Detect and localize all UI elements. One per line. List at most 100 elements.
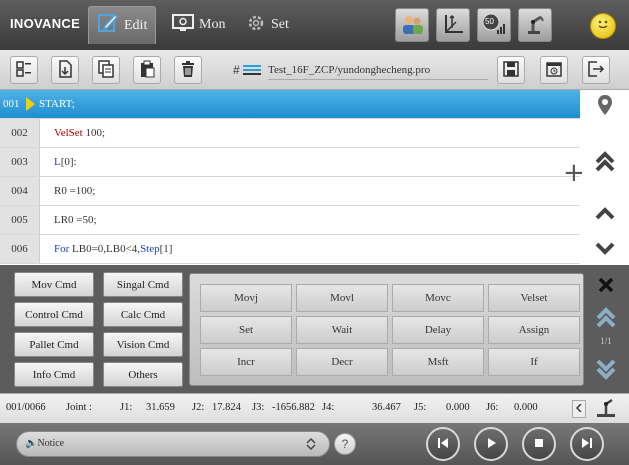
edit-toolbar: # Test_16F_ZCP/yundonghecheng.pro <box>0 50 629 90</box>
coordinate-button[interactable] <box>436 8 470 42</box>
stop-button[interactable] <box>522 427 556 461</box>
add-line-button[interactable]: + <box>563 160 585 186</box>
command-velset[interactable]: Velset <box>488 284 580 312</box>
notice-bar[interactable]: 🔈Notice <box>16 431 330 457</box>
j4-value: 36.467 <box>372 402 401 413</box>
delete-button[interactable] <box>174 56 202 84</box>
keyword: Step <box>140 243 160 255</box>
panel-page-down-button[interactable] <box>590 356 622 386</box>
speed-button[interactable]: 50 <box>477 8 511 42</box>
help-button[interactable]: ? <box>334 433 356 455</box>
line-up-button[interactable] <box>580 202 629 226</box>
logo: INOVANCE <box>10 16 81 31</box>
code-token: LR0 =50; <box>54 214 97 226</box>
code-line[interactable]: 003 L[0]: <box>0 148 580 177</box>
line-number: 006 <box>0 235 40 263</box>
locate-button[interactable] <box>580 94 629 118</box>
step-forward-button[interactable] <box>570 427 604 461</box>
tab-edit-label: Edit <box>124 17 148 33</box>
category-info-cmd[interactable]: Info Cmd <box>14 362 94 387</box>
line-text: VelSet 100; <box>40 127 105 139</box>
step-back-button[interactable] <box>426 427 460 461</box>
close-panel-button[interactable] <box>590 273 622 299</box>
schedule-icon <box>545 60 563 81</box>
panel-page-indicator: 1/1 <box>600 336 612 346</box>
code-token: LB0=0,LB0<4, <box>69 243 141 255</box>
skip-forward-icon <box>580 436 594 453</box>
code-line[interactable]: 004 R0 =100; <box>0 177 580 206</box>
expand-updown-icon[interactable] <box>305 437 317 454</box>
stop-icon <box>533 437 545 452</box>
notice-text: Notice <box>37 438 65 449</box>
close-icon <box>598 277 614 296</box>
panel-page-up-button[interactable] <box>590 303 622 333</box>
command-delay[interactable]: Delay <box>392 316 484 344</box>
category-others[interactable]: Others <box>103 362 183 387</box>
smiley-icon <box>595 16 611 37</box>
list-button[interactable]: # <box>233 62 263 80</box>
speaker-icon: 🔈 <box>25 438 38 449</box>
command-set[interactable]: Set <box>200 316 292 344</box>
command-movj[interactable]: Movj <box>200 284 292 312</box>
select-all-button[interactable] <box>10 56 38 84</box>
category-singal-cmd[interactable]: Singal Cmd <box>103 272 183 297</box>
keyword: For <box>54 243 70 255</box>
chevron-left-icon <box>575 402 582 415</box>
code-line[interactable]: 002 VelSet 100; <box>0 119 580 148</box>
user-switch-button[interactable] <box>395 8 429 42</box>
insert-button[interactable] <box>51 56 79 84</box>
command-decr[interactable]: Decr <box>296 348 388 376</box>
line-down-button[interactable] <box>580 238 629 262</box>
command-wait[interactable]: Wait <box>296 316 388 344</box>
status-smiley-button[interactable] <box>590 13 616 39</box>
j6-label: J6: <box>486 402 499 413</box>
tab-mon[interactable]: Mon <box>164 6 233 44</box>
code-line[interactable]: 001 START; <box>0 90 580 119</box>
jog-button[interactable] <box>594 398 618 420</box>
paste-button[interactable] <box>133 56 161 84</box>
command-movl[interactable]: Movl <box>296 284 388 312</box>
category-vision-cmd[interactable]: Vision Cmd <box>103 332 183 357</box>
exit-button[interactable] <box>582 56 610 84</box>
page-up-button[interactable] <box>580 148 629 176</box>
copy-button[interactable] <box>92 56 120 84</box>
category-pallet-cmd[interactable]: Pallet Cmd <box>14 332 94 357</box>
command-incr[interactable]: Incr <box>200 348 292 376</box>
keyword: VelSet <box>54 127 83 139</box>
category-calc-cmd[interactable]: Calc Cmd <box>103 302 183 327</box>
code-line[interactable]: 006 For LB0=0,LB0<4,Step[1] <box>0 235 580 264</box>
monitor-icon <box>172 13 194 37</box>
tab-set[interactable]: Set <box>238 6 297 44</box>
j2-label: J2: <box>192 402 205 413</box>
code-line[interactable]: 005 LR0 =50; <box>0 206 580 235</box>
schedule-button[interactable] <box>540 56 568 84</box>
j3-value: -1656.882 <box>272 402 315 413</box>
top-bar: INOVANCE Edit Mon Set 50 <box>0 0 629 50</box>
play-icon <box>484 436 498 453</box>
status-bar: 001/0066 Joint : J1: 31.659 J2: 17.824 J… <box>0 393 629 423</box>
program-editor[interactable]: 001 START; 002 VelSet 100; 003 L[0]: 004 R0 =10… <box>0 90 580 265</box>
command-movc[interactable]: Movc <box>392 284 484 312</box>
command-msft[interactable]: Msft <box>392 348 484 376</box>
code-token: R0 =100; <box>54 185 96 197</box>
command-if[interactable]: If <box>488 348 580 376</box>
notice-label: 🔈Notice <box>25 438 64 449</box>
exit-icon <box>587 60 605 81</box>
double-chevron-up-icon <box>594 150 616 175</box>
category-control-cmd[interactable]: Control Cmd <box>14 302 94 327</box>
play-button[interactable] <box>474 427 508 461</box>
category-mov-cmd[interactable]: Mov Cmd <box>14 272 94 297</box>
save-button[interactable] <box>497 56 525 84</box>
robot-arm-button[interactable] <box>518 8 552 42</box>
tab-edit[interactable]: Edit <box>88 6 157 44</box>
jog-icon <box>595 398 617 421</box>
delete-icon <box>179 60 197 81</box>
code-token: 100; <box>82 127 106 139</box>
paste-icon <box>138 60 156 81</box>
j1-label: J1: <box>120 402 133 413</box>
code-token: [0]: <box>60 156 77 168</box>
command-assign[interactable]: Assign <box>488 316 580 344</box>
speed-50-icon: 50 <box>481 12 507 38</box>
tab-mon-label: Mon <box>199 17 226 32</box>
status-scroll-left-button[interactable] <box>572 400 586 418</box>
